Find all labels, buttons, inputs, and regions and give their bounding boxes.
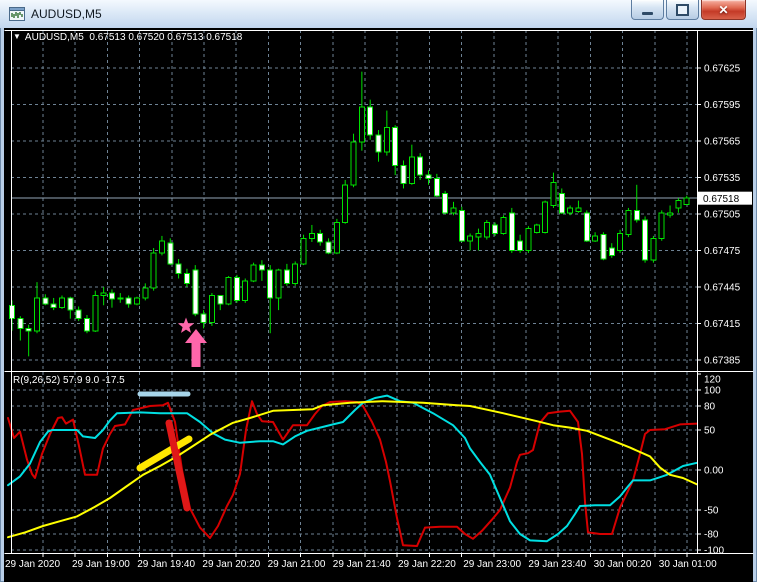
window-controls: ✕ [631, 0, 746, 20]
collapse-triangle-icon[interactable]: ▼ [13, 32, 21, 41]
minimize-button[interactable] [631, 0, 664, 20]
quote-symbol: AUDUSD,M5 [24, 32, 84, 43]
quote-close: 0.67518 [206, 32, 243, 43]
quote-high: 0.67520 [128, 32, 165, 43]
close-icon: ✕ [718, 2, 729, 17]
chart-window: AUDUSD,M5 ✕ 0.67625 0.67595 0.67565 0.67535… [0, 0, 757, 582]
chart-window-icon [9, 6, 25, 22]
quote-open: 0.67513 [89, 32, 126, 43]
close-button[interactable]: ✕ [701, 0, 746, 20]
minimize-icon [642, 11, 653, 15]
restore-icon [676, 3, 689, 16]
quote-low: 0.67513 [167, 32, 204, 43]
indicator-label: R(9,26,52) 57.9 9.0 -17.5 [13, 375, 125, 386]
chart-canvas[interactable] [4, 28, 753, 578]
quote-header: ▼ AUDUSD,M5 0.67513 0.67520 0.67513 0.675… [13, 32, 242, 43]
window-title: AUDUSD,M5 [31, 7, 102, 21]
restore-button[interactable] [666, 0, 699, 20]
